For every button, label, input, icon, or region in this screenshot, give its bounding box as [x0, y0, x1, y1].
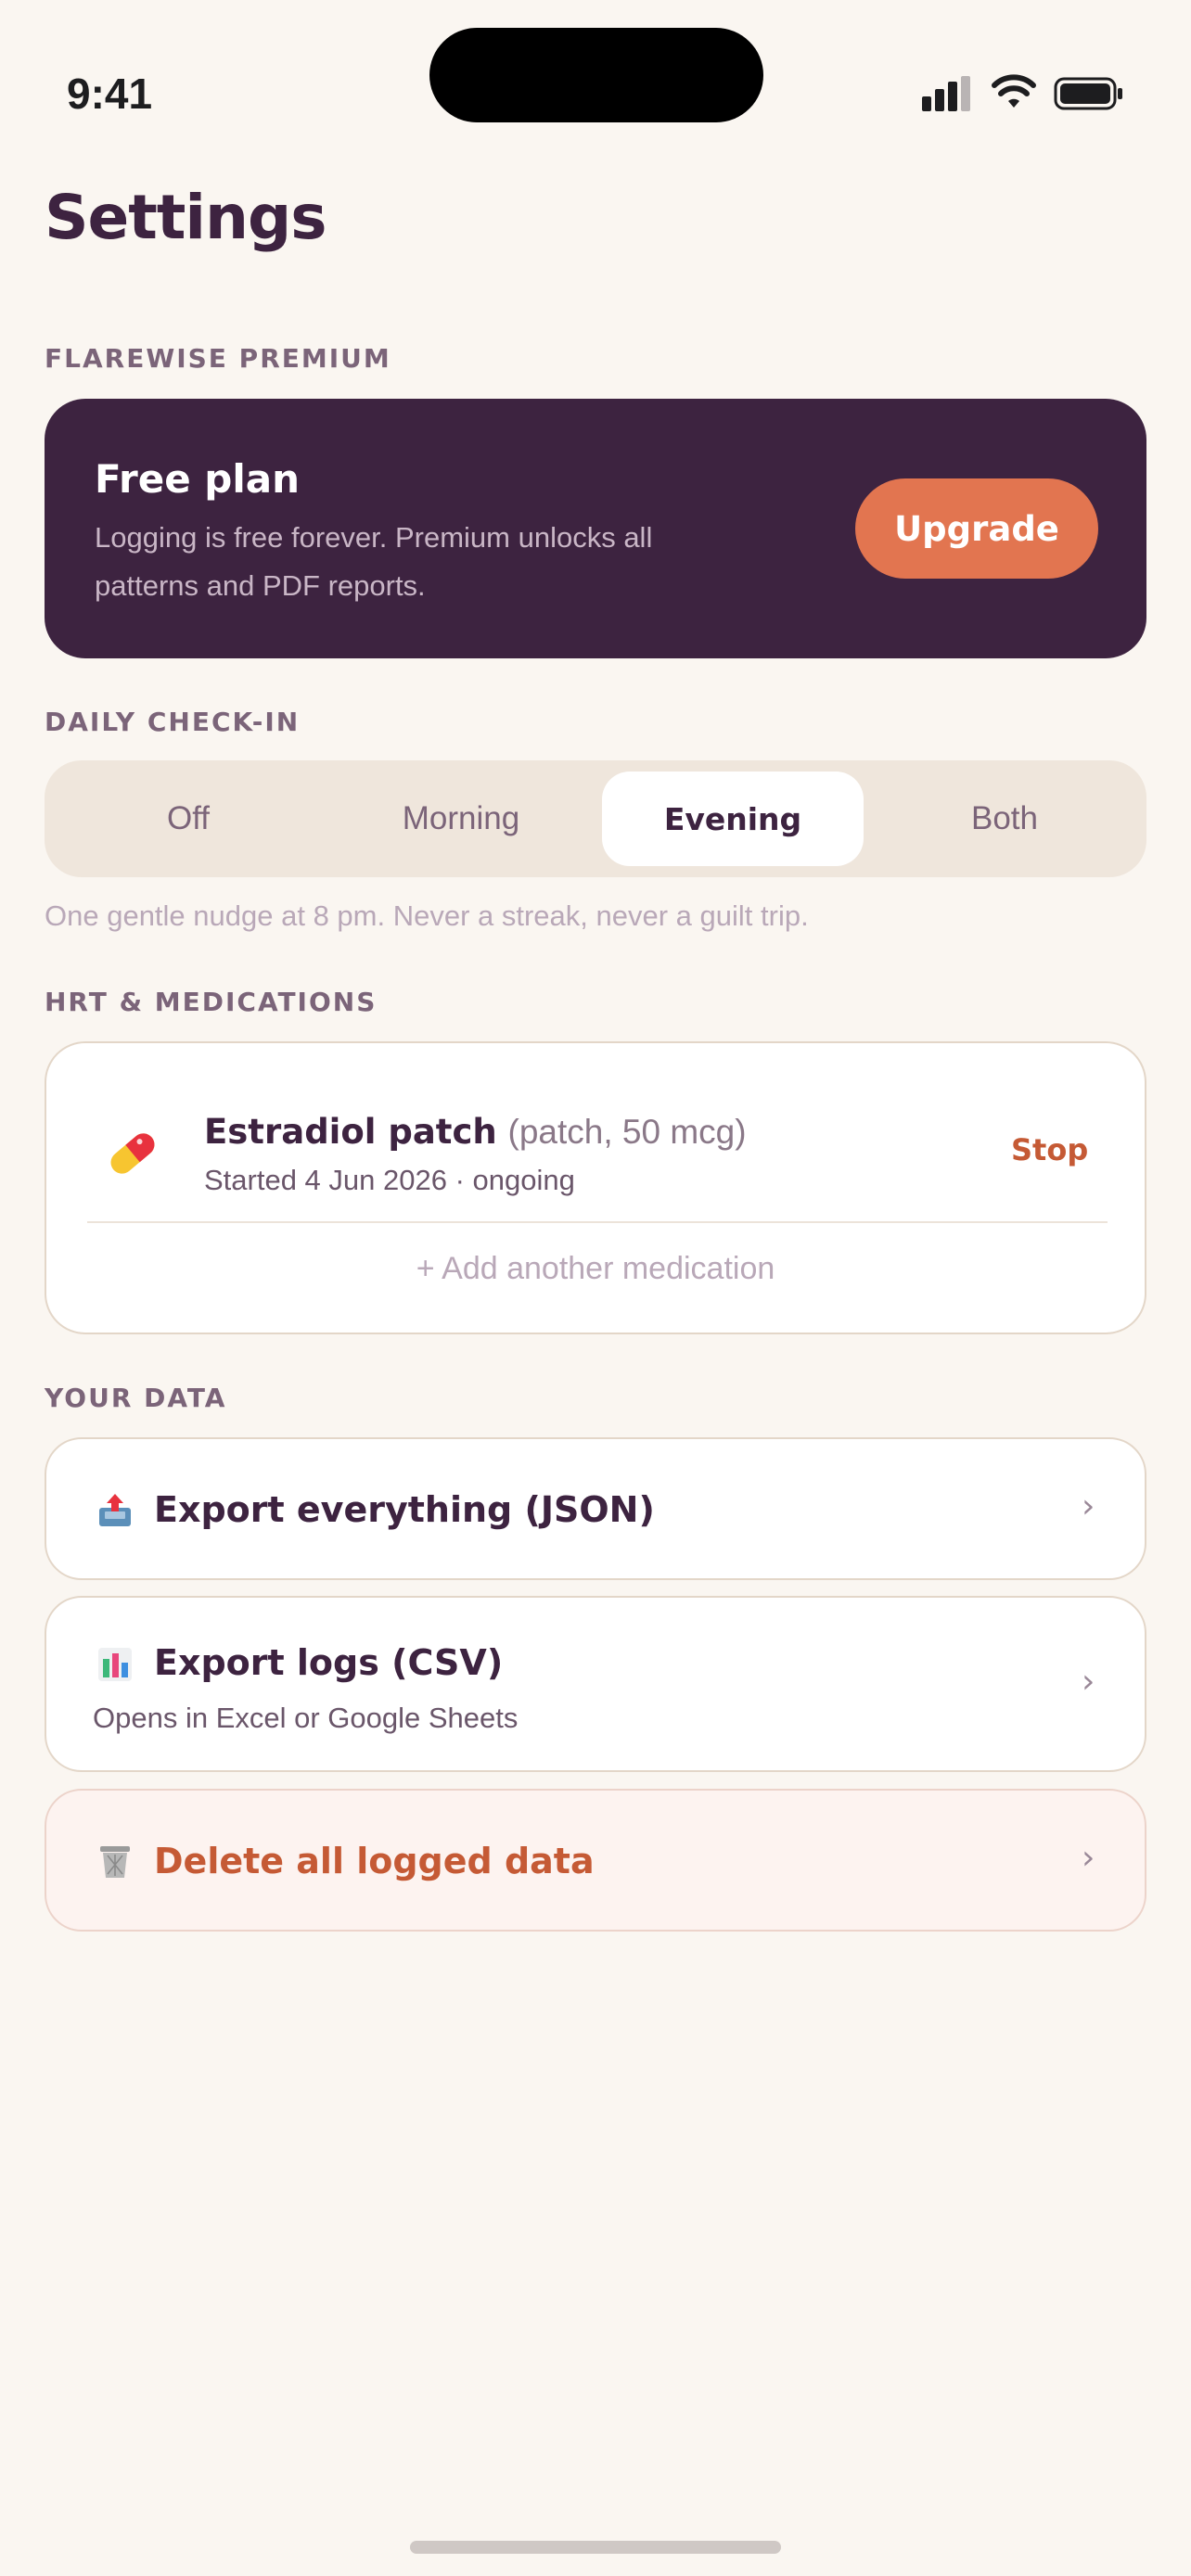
segment-evening[interactable]: Evening — [602, 772, 864, 866]
export-json-title: Export everything (JSON) — [154, 1489, 655, 1530]
checkin-segmented-control: Off Morning Evening Both — [45, 760, 1146, 877]
delete-data-row[interactable]: Delete all logged data › — [45, 1789, 1146, 1932]
pill-icon — [110, 1133, 155, 1174]
status-icons — [922, 74, 1126, 115]
medication-detail: (patch, 50 mcg) — [507, 1113, 747, 1151]
section-label-daily-checkin: DAILY CHECK-IN — [45, 707, 301, 737]
chevron-right-icon: › — [1082, 1839, 1095, 1877]
export-json-row[interactable]: Export everything (JSON) › — [45, 1437, 1146, 1580]
status-time: 9:41 — [67, 70, 153, 118]
stop-medication-button[interactable]: Stop — [1011, 1132, 1088, 1167]
plan-description: Logging is free forever. Premium unlocks… — [95, 521, 653, 602]
delete-data-title: Delete all logged data — [154, 1841, 595, 1881]
status-bar: 9:41 — [0, 0, 1191, 139]
section-label-premium: FLAREWISE PREMIUM — [45, 343, 391, 374]
page-title: Settings — [45, 182, 327, 253]
outbox-tray-icon — [99, 1494, 131, 1526]
upgrade-button[interactable]: Upgrade — [855, 478, 1098, 579]
medication-started: Started 4 Jun 2026 · ongoing — [204, 1164, 575, 1196]
battery-icon — [1054, 77, 1122, 110]
segment-off[interactable]: Off — [58, 772, 319, 866]
checkin-hint: One gentle nudge at 8 pm. Never a streak… — [45, 899, 809, 932]
add-medication-button[interactable]: + Add another medication — [46, 1251, 1145, 1287]
export-csv-row[interactable]: Export logs (CSV) Opens in Excel or Goog… — [45, 1596, 1146, 1772]
medications-card: Estradiol patch (patch, 50 mcg) Started … — [45, 1041, 1146, 1334]
dynamic-island — [429, 28, 763, 122]
chevron-right-icon: › — [1082, 1663, 1095, 1701]
export-csv-subtitle: Opens in Excel or Google Sheets — [93, 1702, 519, 1734]
home-indicator[interactable] — [410, 2541, 781, 2554]
wastebasket-icon — [100, 1846, 130, 1878]
section-label-medications: HRT & MEDICATIONS — [45, 987, 378, 1017]
bar-chart-icon — [98, 1648, 132, 1681]
export-csv-title: Export logs (CSV) — [154, 1642, 504, 1683]
divider — [87, 1221, 1108, 1223]
chevron-right-icon: › — [1082, 1487, 1095, 1525]
premium-card: Free plan Logging is free forever. Premi… — [45, 399, 1146, 658]
medication-name: Estradiol patch (patch, 50 mcg) — [204, 1112, 747, 1152]
plan-title: Free plan — [95, 456, 301, 502]
segment-both[interactable]: Both — [874, 772, 1135, 866]
segment-morning[interactable]: Morning — [330, 772, 592, 866]
wifi-icon — [992, 74, 1036, 108]
section-label-your-data: YOUR DATA — [45, 1383, 227, 1413]
cellular-signal-icon — [922, 76, 970, 111]
